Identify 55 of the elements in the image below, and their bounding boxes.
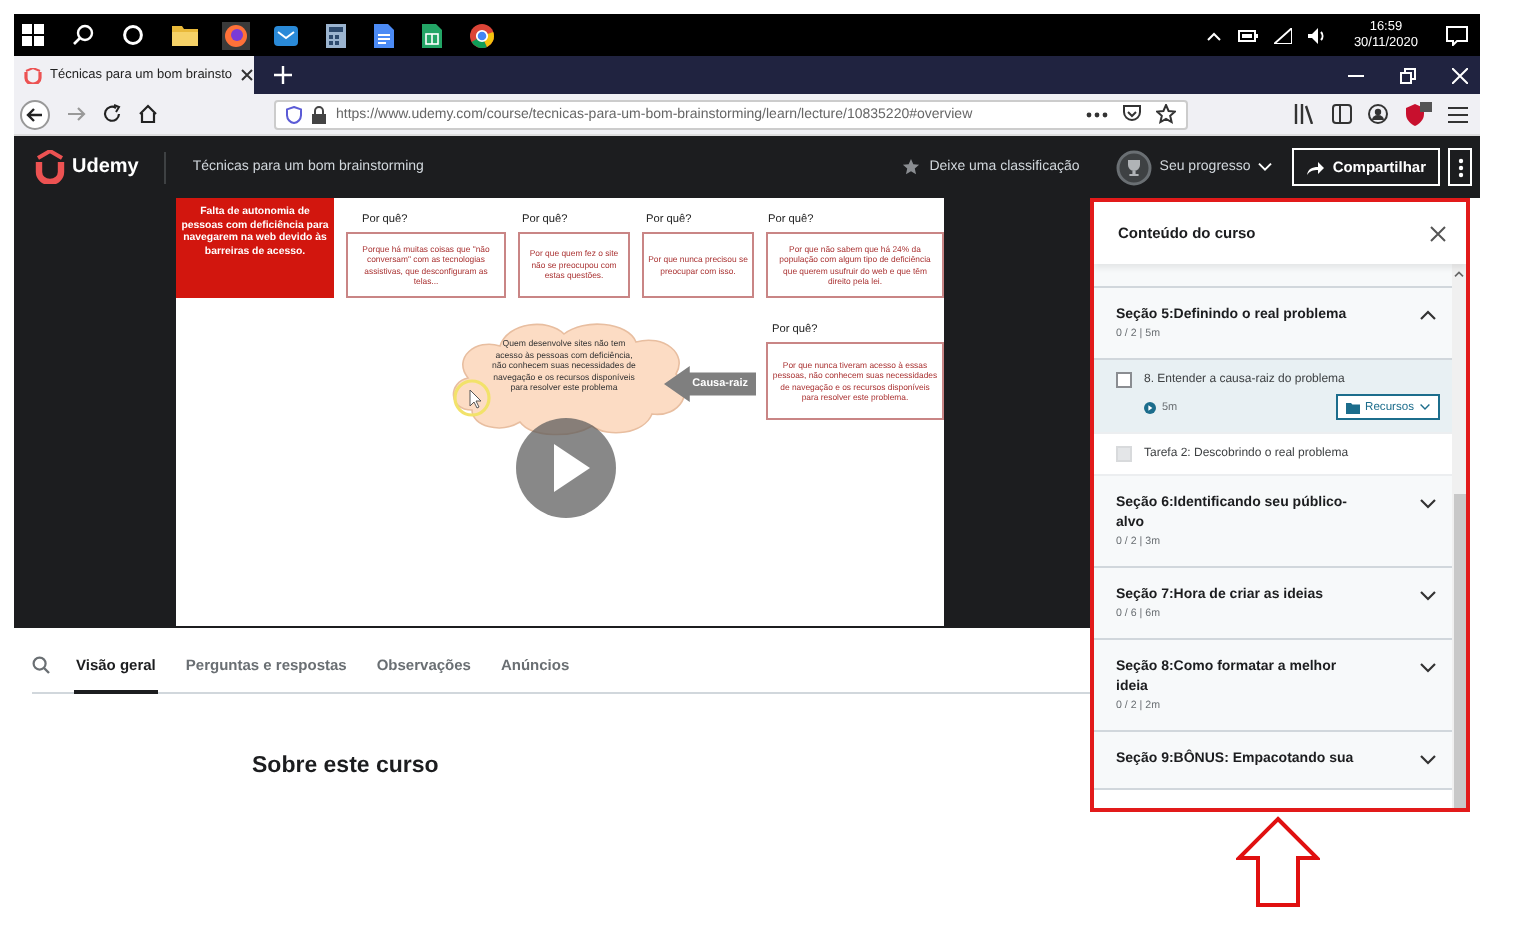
- cursor-icon: [452, 378, 492, 418]
- folder-icon: [1345, 401, 1360, 413]
- restore-icon[interactable]: [1400, 67, 1416, 83]
- play-circle-icon: [1144, 401, 1156, 413]
- plus-icon[interactable]: [274, 66, 292, 84]
- logo-text: Udemy: [72, 156, 139, 178]
- document-icon[interactable]: [374, 23, 394, 47]
- star-icon[interactable]: [1156, 104, 1176, 124]
- more-button[interactable]: [1448, 148, 1472, 186]
- more-icon[interactable]: [1086, 111, 1108, 117]
- search-icon[interactable]: [72, 24, 94, 46]
- chevron-down-icon[interactable]: [1420, 498, 1436, 510]
- account-icon[interactable]: [1368, 104, 1388, 124]
- shield-icon: [286, 105, 302, 123]
- play-button[interactable]: [516, 418, 616, 518]
- windows-icon[interactable]: [22, 24, 44, 46]
- caret-up-icon[interactable]: [1454, 270, 1464, 278]
- chevron-down-icon[interactable]: [1420, 662, 1436, 674]
- folder-icon[interactable]: [172, 24, 198, 46]
- chevron-down-icon: [1420, 404, 1430, 410]
- back-icon[interactable]: [20, 99, 50, 129]
- share-icon: [1306, 159, 1325, 175]
- scrollbar[interactable]: [1452, 264, 1466, 808]
- volume-icon[interactable]: [1307, 27, 1326, 43]
- close-icon[interactable]: [1430, 225, 1446, 241]
- circle-icon[interactable]: [122, 24, 144, 46]
- pocket-icon[interactable]: [1122, 104, 1142, 124]
- chevron-down-icon[interactable]: [1420, 754, 1436, 766]
- logo-icon: [34, 150, 66, 184]
- library-icon[interactable]: [1294, 104, 1316, 124]
- lock-icon: [312, 105, 326, 123]
- spreadsheet-icon[interactable]: [422, 23, 442, 47]
- globe-icon[interactable]: [222, 21, 250, 49]
- wheel-icon[interactable]: [470, 23, 494, 47]
- notification-icon[interactable]: [1446, 25, 1468, 45]
- network-icon[interactable]: [1273, 27, 1292, 43]
- section-heading: Sobre este curso: [252, 754, 441, 778]
- up-arrow-icon: [1236, 816, 1320, 908]
- chevron-down-icon: [1258, 162, 1273, 172]
- mail-icon[interactable]: [274, 23, 298, 47]
- trophy-icon: [1115, 149, 1152, 185]
- logo-icon: [24, 67, 42, 83]
- battery-icon[interactable]: [1237, 29, 1258, 41]
- checkbox[interactable]: [1116, 372, 1132, 388]
- calculator-icon[interactable]: [326, 23, 346, 47]
- extension-icon[interactable]: [1404, 102, 1432, 126]
- menu-icon[interactable]: [1448, 105, 1468, 123]
- reload-icon[interactable]: [102, 104, 122, 124]
- chevron-up-icon[interactable]: [1420, 310, 1436, 322]
- close-icon[interactable]: [240, 68, 255, 82]
- chevron-down-icon[interactable]: [1420, 590, 1436, 602]
- star-icon: [901, 158, 920, 176]
- home-icon[interactable]: [138, 104, 158, 124]
- sidebar-icon[interactable]: [1332, 104, 1352, 124]
- vertical-dots-icon: [1457, 157, 1463, 177]
